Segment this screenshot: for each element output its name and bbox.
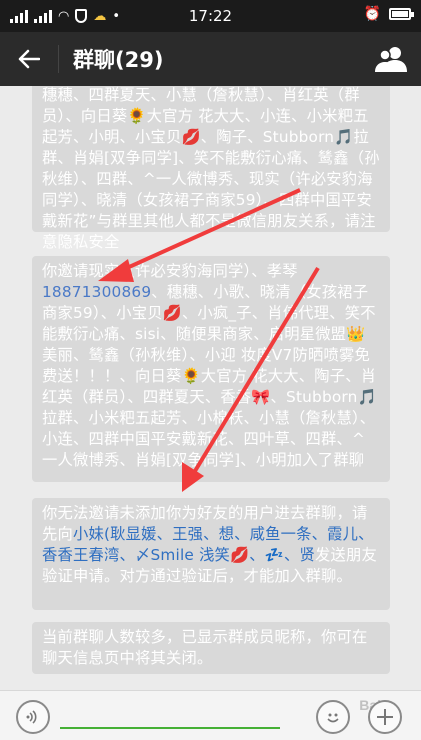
battery-icon: [389, 8, 414, 20]
status-time: 17:22: [188, 7, 233, 25]
message-text: 穗穗、四群夏天、小慧（詹秋慧）、肖红英（群员）、向日葵🌻大官方 花大大、小连、小…: [42, 86, 380, 251]
plus-icon: [377, 709, 393, 725]
plus-button[interactable]: [368, 700, 402, 734]
status-bar: ◠ ☁ • 17:22 ⏰: [0, 0, 421, 32]
back-button[interactable]: [0, 32, 58, 86]
chat-area[interactable]: 穗穗、四群夏天、小慧（詹秋慧）、肖红英（群员）、向日葵🌻大官方 花大大、小连、小…: [0, 86, 421, 690]
phone-link[interactable]: 18871300869: [42, 283, 151, 301]
alarm-icon: ⏰: [363, 6, 381, 22]
status-icons-right: ⏰: [363, 6, 414, 22]
system-message-privacy: 穗穗、四群夏天、小慧（詹秋慧）、肖红英（群员）、向日葵🌻大官方 花大大、小连、小…: [32, 86, 390, 251]
voice-button[interactable]: [16, 700, 50, 734]
arrow-left-icon: [18, 49, 40, 69]
system-message-invite: 你邀请现实（许必安豹海同学）、孝琴 18871300869、穗穗、小歌、晓清（女孩…: [32, 256, 390, 482]
message-text: 当前群聊人数较多，已显示群成员昵称，你可在聊天信息页中将其关闭。: [42, 628, 368, 667]
header-divider: [58, 45, 59, 73]
page-title: 群聊(29): [73, 48, 164, 72]
message-text-pre: 你邀请现实（许必安豹海同学）、孝琴: [42, 262, 298, 280]
message-text-post: 、穗穗、小歌、晓清（女孩裙子商家59）、小宝贝💋、小疯_子、肖伟代理、笑不能敷衍…: [42, 283, 377, 469]
voice-icon: [26, 710, 37, 724]
input-bar: Bai: [0, 690, 421, 740]
chat-members-button[interactable]: [375, 44, 407, 74]
message-input[interactable]: [60, 727, 280, 729]
system-message-nickname: 当前群聊人数较多，已显示群成员昵称，你可在聊天信息页中将其关闭。: [32, 622, 390, 674]
emoji-button[interactable]: [316, 700, 350, 734]
emoji-icon: [327, 713, 339, 723]
system-message-invite-fail: 你无法邀请未添加你为好友的用户进去群聊，请先向小妹(耿显媛、王强、想、咸鱼一条、…: [32, 498, 390, 610]
chat-header: 群聊(29): [0, 32, 421, 86]
